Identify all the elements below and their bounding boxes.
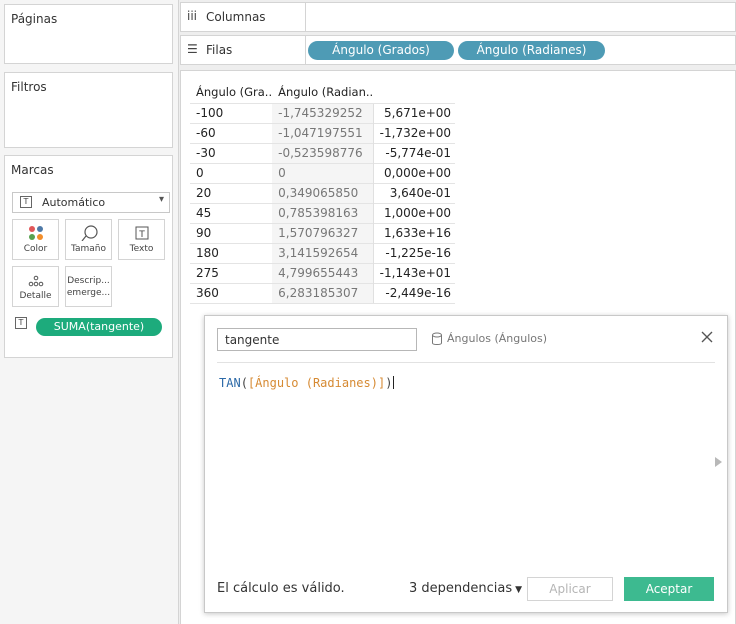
size-label: Tamaño (70, 244, 106, 254)
text-cursor (393, 376, 395, 389)
table-row: -30 -0,523598776 -5,774e-01 (190, 142, 456, 163)
filters-card[interactable]: Filtros (4, 72, 173, 148)
calc-status: El cálculo es válido. (217, 581, 345, 596)
expand-arrow-icon[interactable] (715, 457, 722, 467)
header-cell[interactable]: 0,785398163 (272, 202, 374, 223)
header-cell[interactable]: 6,283185307 (272, 282, 374, 304)
text-mark-icon: T (20, 196, 32, 208)
header-cell[interactable]: 180 (190, 242, 273, 263)
header-cell[interactable]: 45 (190, 202, 273, 223)
header-radianes[interactable]: Ángulo (Radian.. (272, 82, 373, 103)
calc-name-input[interactable] (217, 328, 417, 351)
header-cell[interactable]: 360 (190, 282, 273, 304)
value-cell[interactable]: 1,633e+16 (372, 222, 456, 243)
value-cell[interactable]: -5,774e-01 (372, 142, 456, 163)
header-cell[interactable]: 0 (272, 162, 374, 183)
table-row: -60 -1,047197551 -1,732e+00 (190, 122, 456, 143)
header-cell[interactable]: 4,799655443 (272, 262, 374, 283)
value-cell[interactable]: 1,000e+00 (372, 202, 456, 223)
pages-title: Páginas (11, 12, 58, 26)
table-row: 0 0 0,000e+00 (190, 162, 456, 183)
text-field-icon: T (15, 317, 27, 329)
header-cell[interactable]: 0 (190, 162, 273, 183)
tooltip-button[interactable]: Descrip... emerge... (65, 266, 112, 307)
table-row: 45 0,785398163 1,000e+00 (190, 202, 456, 223)
detail-icon (28, 275, 44, 287)
marks-title: Marcas (11, 163, 54, 177)
columns-shelf[interactable]: iii Columnas (180, 2, 736, 32)
tooltip-label: Descrip... emerge... (66, 276, 111, 298)
value-cell[interactable]: 3,640e-01 (372, 182, 456, 203)
color-icon (29, 226, 43, 240)
formula-function: TAN (219, 376, 241, 390)
header-grados[interactable]: Ángulo (Gra.. (190, 82, 272, 103)
sum-tangente-pill[interactable]: SUMA(tangente) (36, 318, 162, 336)
header-cell[interactable]: 90 (190, 222, 273, 243)
chevron-down-icon: ▾ (158, 194, 164, 205)
formula-close-paren: ) (385, 376, 393, 390)
color-button[interactable]: Color (12, 219, 59, 260)
size-button[interactable]: Tamaño (65, 219, 112, 260)
rows-icon: ☰ (187, 42, 198, 56)
detail-label: Detalle (19, 291, 52, 301)
apply-button[interactable]: Aplicar (527, 577, 613, 601)
datasource-label: Ángulos (Ángulos) (447, 332, 548, 345)
dependencies-caret-icon: ▼ (515, 585, 523, 595)
columns-label-text: Columnas (206, 10, 266, 24)
table-row: 275 4,799655443 -1,143e+01 (190, 262, 456, 283)
calculation-dialog: Ángulos (Ángulos) TAN([Ángulo (Radianes)… (204, 315, 728, 613)
formula-open-paren: ( (240, 376, 248, 390)
header-cell[interactable]: -100 (190, 102, 273, 123)
value-cell[interactable]: 5,671e+00 (372, 102, 456, 123)
text-label: Texto (129, 244, 154, 254)
table-row: 180 3,141592654 -1,225e-16 (190, 242, 456, 263)
value-cell[interactable]: -1,732e+00 (372, 122, 456, 143)
dependencies-dropdown[interactable]: 3 dependencias ▼ (409, 581, 522, 596)
rows-shelf[interactable]: ☰ Filas Ángulo (Grados) Ángulo (Radianes… (180, 35, 736, 65)
header-cell[interactable]: 3,141592654 (272, 242, 374, 263)
header-cell[interactable]: -30 (190, 142, 273, 163)
mark-type-dropdown[interactable]: T Automático ▾ (12, 192, 170, 213)
mark-type-value: Automático (42, 196, 106, 209)
value-cell[interactable]: -1,225e-16 (372, 242, 456, 263)
header-cell[interactable]: 1,570796327 (272, 222, 374, 243)
table-row: 360 6,283185307 -2,449e-16 (190, 282, 456, 304)
header-values (373, 82, 455, 103)
row-pill-radianes[interactable]: Ángulo (Radianes) (458, 41, 605, 60)
header-cell[interactable]: 20 (190, 182, 273, 203)
pages-card[interactable]: Páginas (4, 4, 173, 64)
rows-label-text: Filas (206, 43, 233, 57)
filters-title: Filtros (11, 80, 47, 94)
left-sidebar: Páginas Filtros Marcas T Automático ▾ Co… (0, 0, 179, 624)
table-row: 90 1,570796327 1,633e+16 (190, 222, 456, 243)
table-row: 20 0,349065850 3,640e-01 (190, 182, 456, 203)
header-cell[interactable]: -1,745329252 (272, 102, 374, 123)
close-icon[interactable] (699, 329, 715, 345)
columns-icon: iii (187, 9, 198, 23)
formula-editor[interactable]: TAN([Ángulo (Radianes)]) (219, 376, 395, 390)
value-cell[interactable]: -2,449e-16 (372, 282, 456, 304)
text-icon: T (135, 226, 149, 240)
header-cell[interactable]: -1,047197551 (272, 122, 374, 143)
table-row: -100 -1,745329252 5,671e+00 (190, 102, 456, 123)
color-label: Color (23, 244, 48, 254)
database-icon (432, 332, 442, 345)
header-cell[interactable]: 275 (190, 262, 273, 283)
text-button[interactable]: T Texto (118, 219, 165, 260)
row-pill-grados[interactable]: Ángulo (Grados) (308, 41, 454, 60)
value-cell[interactable]: 0,000e+00 (372, 162, 456, 183)
svg-text:T: T (138, 230, 145, 240)
accept-button[interactable]: Aceptar (624, 577, 714, 601)
rows-shelf-label: ☰ Filas (181, 36, 306, 64)
dialog-divider (217, 362, 715, 363)
value-cell[interactable]: -1,143e+01 (372, 262, 456, 283)
detail-button[interactable]: Detalle (12, 266, 59, 307)
columns-shelf-label: iii Columnas (181, 3, 306, 31)
header-cell[interactable]: -60 (190, 122, 273, 143)
size-icon (81, 225, 98, 241)
header-cell[interactable]: 0,349065850 (272, 182, 374, 203)
formula-field: [Ángulo (Radianes)] (247, 376, 386, 390)
data-table: Ángulo (Gra.. Ángulo (Radian.. -100 -1,74… (190, 82, 456, 304)
header-cell[interactable]: -0,523598776 (272, 142, 374, 163)
